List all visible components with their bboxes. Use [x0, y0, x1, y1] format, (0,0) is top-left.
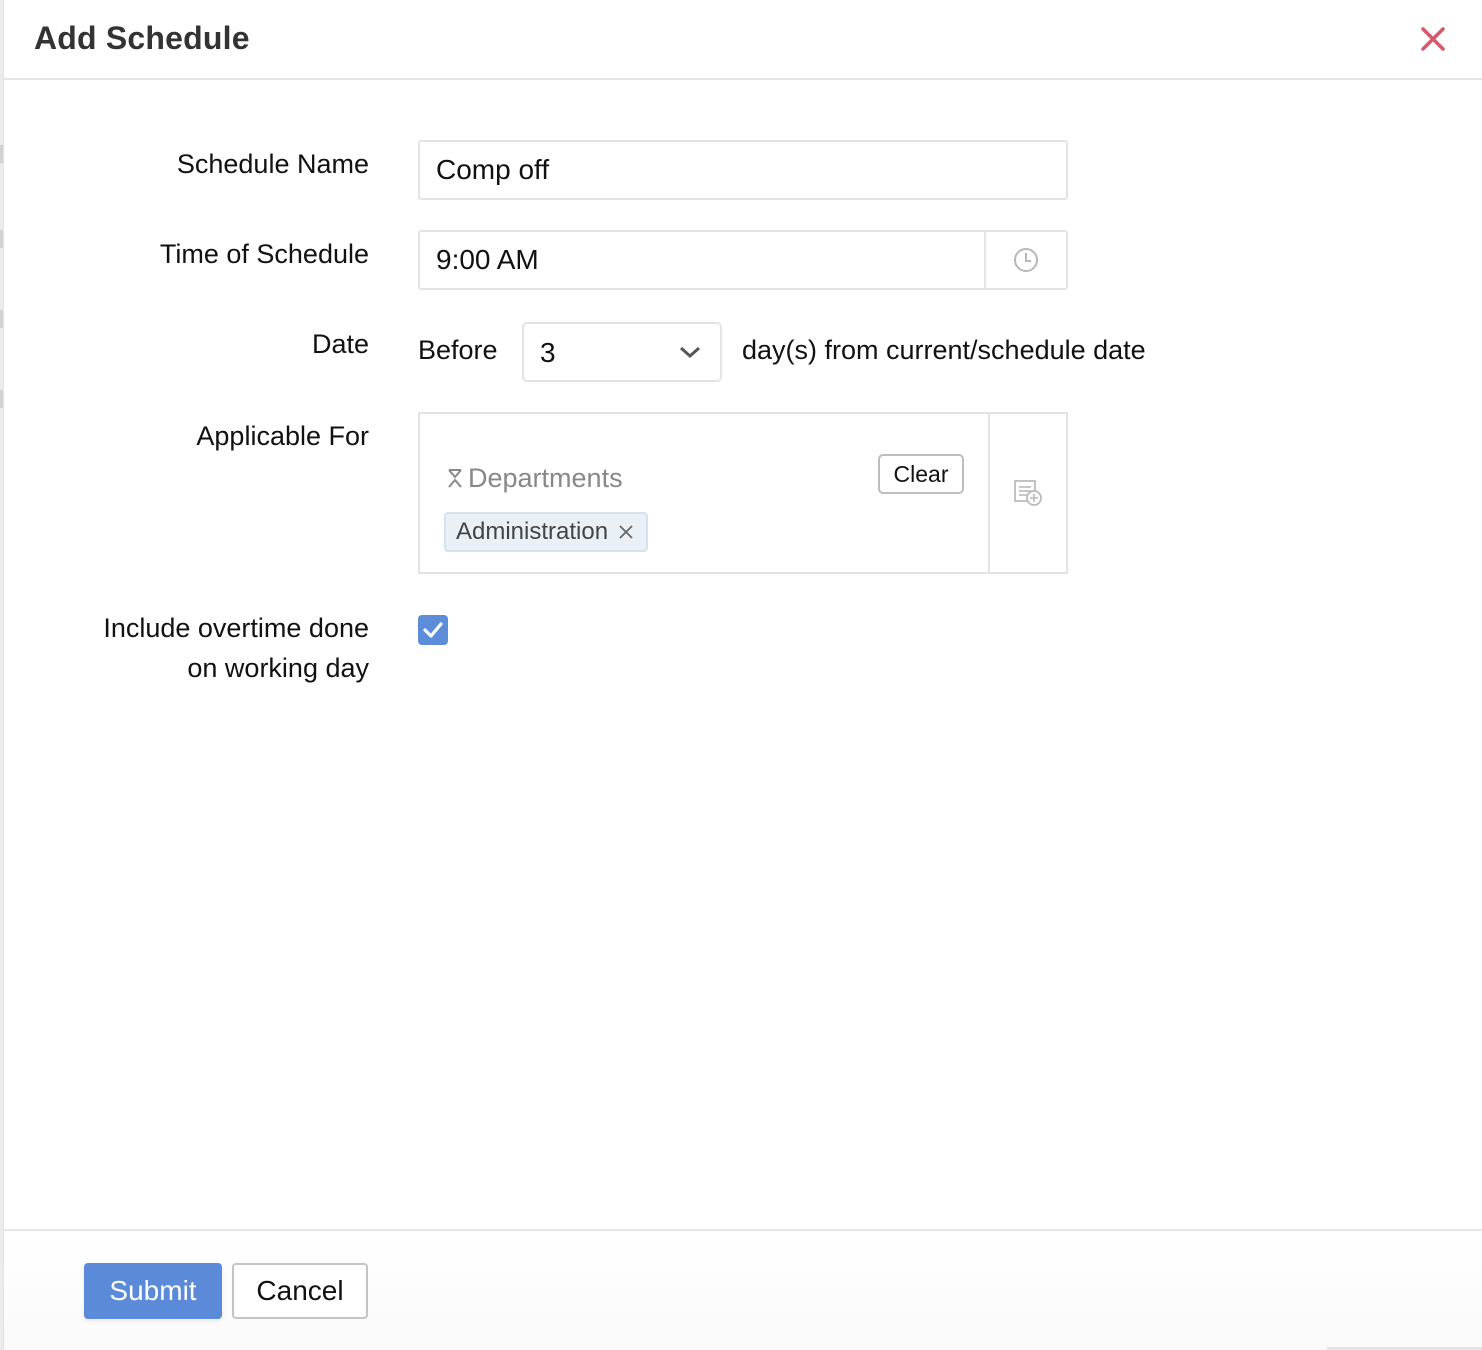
checkmark-icon [423, 622, 443, 638]
add-schedule-dialog: Add Schedule Schedule Name Comp off Time… [4, 0, 1482, 1350]
time-picker-button[interactable] [984, 232, 1066, 288]
clock-icon [1014, 248, 1038, 272]
include-overtime-checkbox[interactable] [418, 615, 448, 645]
days-selected-value: 3 [540, 337, 556, 368]
applicable-for-field: Departments Clear Administration [418, 412, 1068, 574]
include-overtime-label-line2: on working day [187, 653, 369, 683]
close-button[interactable] [1416, 22, 1450, 56]
date-suffix-text: day(s) from current/schedule date [742, 335, 1146, 365]
department-chip: Administration [444, 512, 649, 552]
list-add-icon [1014, 480, 1042, 506]
schedule-name-input[interactable]: Comp off [418, 140, 1068, 200]
time-of-schedule-input[interactable]: 9:00 AM [418, 230, 1068, 290]
add-from-list-button[interactable] [988, 414, 1066, 572]
schedule-name-label: Schedule Name [176, 149, 369, 179]
date-prefix-text: Before [418, 335, 498, 365]
edge-mark [0, 390, 3, 408]
submit-button[interactable]: Submit [84, 1263, 222, 1319]
time-value: 9:00 AM [436, 244, 539, 275]
include-overtime-label-line1: Include overtime done [103, 613, 369, 643]
departments-group-label: Departments [468, 463, 623, 493]
chevron-down-icon [680, 346, 700, 359]
applicable-for-label: Applicable For [196, 421, 369, 451]
remove-chip-icon[interactable] [618, 524, 634, 540]
time-of-schedule-label: Time of Schedule [159, 239, 369, 269]
dialog-header: Add Schedule [4, 0, 1482, 80]
clear-button[interactable]: Clear [878, 454, 964, 494]
dialog-title: Add Schedule [34, 20, 250, 56]
chip-label: Administration [456, 518, 609, 545]
edge-mark [0, 145, 3, 163]
dialog-footer: Submit Cancel [4, 1229, 1482, 1350]
departments-group-toggle[interactable]: Departments [446, 458, 623, 498]
edge-mark [0, 230, 3, 248]
days-select[interactable]: 3 [522, 322, 722, 382]
date-label: Date [311, 329, 369, 359]
close-icon [1421, 27, 1445, 51]
edge-mark [0, 310, 3, 328]
cancel-button[interactable]: Cancel [232, 1263, 368, 1319]
collapse-toggle-icon [446, 466, 464, 490]
